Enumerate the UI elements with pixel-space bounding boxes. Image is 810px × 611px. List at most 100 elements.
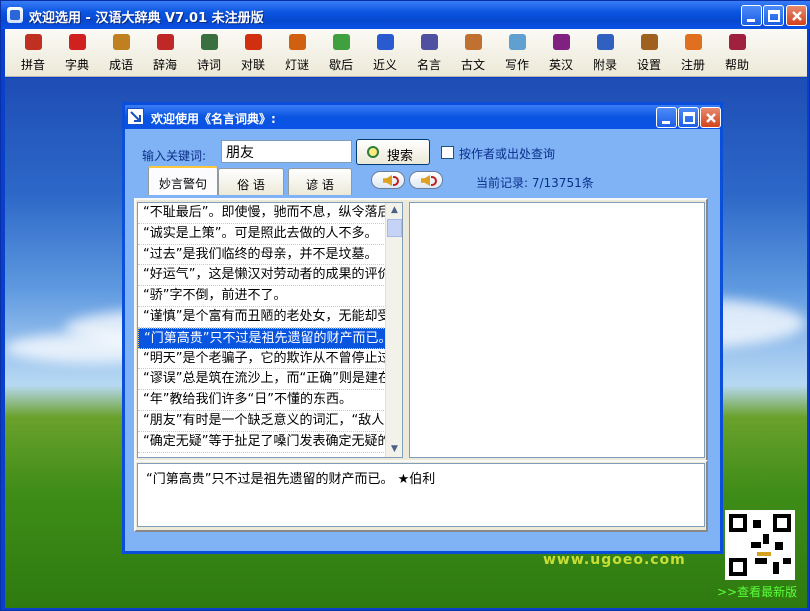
- toolbar-button-label: 写作: [504, 58, 529, 72]
- toolbar-button-3[interactable]: 辞海: [143, 29, 187, 75]
- toolbar-button-9[interactable]: 名言: [407, 29, 451, 75]
- lantern-icon: [289, 34, 306, 50]
- toolbar-button-label: 歇后: [328, 58, 353, 72]
- scroll-thumb[interactable]: [387, 219, 402, 237]
- toolbar-button-14[interactable]: 设置: [627, 29, 671, 75]
- toolbar-button-label: 名言: [416, 58, 441, 72]
- notepad-icon: [421, 34, 438, 50]
- quote-list[interactable]: “不耻最后”。即使慢，驰而不息，纵令落后，纵令失败，但一定可以达到他所向的目标。…: [137, 202, 403, 458]
- tab-quotes[interactable]: 妙言警句: [148, 166, 218, 195]
- toolbar-button-10[interactable]: 古文: [451, 29, 495, 75]
- toolbar-button-label: 对联: [240, 58, 265, 72]
- cards-icon: [333, 34, 350, 50]
- keyword-label: 输入关键词:: [142, 149, 207, 163]
- tab-sayings[interactable]: 俗 语: [218, 168, 284, 195]
- toolbar-button-label: 注册: [680, 58, 705, 72]
- author-search-checkbox[interactable]: [441, 146, 454, 159]
- toolbar-button-label: 古文: [460, 58, 485, 72]
- toolbar-button-4[interactable]: 诗词: [187, 29, 231, 75]
- close-button[interactable]: [786, 5, 807, 26]
- speaker-icon: [421, 175, 430, 186]
- record-counter: 当前记录: 7/13751条: [476, 176, 594, 190]
- toolbar-button-1[interactable]: 字典: [55, 29, 99, 75]
- dialog-maximize-button[interactable]: [678, 107, 699, 128]
- dialog-title: 欢迎使用《名言词典》:: [151, 112, 276, 126]
- toolbar-button-15[interactable]: 注册: [671, 29, 715, 75]
- qr-code-image: [725, 510, 795, 580]
- list-item[interactable]: “诚实是上策”。可是照此去做的人不多。: [138, 224, 386, 245]
- keyword-input[interactable]: [221, 140, 352, 163]
- list-item[interactable]: “谬误”总是筑在流沙上，而“正确”则是建在磐石上。: [138, 369, 386, 391]
- person-icon: [25, 34, 42, 50]
- list-item[interactable]: “骄”字不倒，前进不了。: [138, 286, 386, 307]
- quotes-dictionary-dialog: 欢迎使用《名言词典》: 输入关键词: 搜索 按作者或出处查询 妙言警句 俗 语 …: [122, 102, 723, 554]
- toolbar-button-12[interactable]: 英汉: [539, 29, 583, 75]
- toolbar-button-label: 拼音: [20, 58, 45, 72]
- watermark-text: www.ugoeo.com: [543, 552, 686, 568]
- toolbar-button-label: 设置: [636, 58, 661, 72]
- list-item[interactable]: “过去”是我们临终的母亲，并不是坟墓。: [138, 245, 386, 266]
- toolbar-button-5[interactable]: 对联: [231, 29, 275, 75]
- dialog-minimize-button[interactable]: [656, 107, 677, 128]
- selected-quote-text: “门第高贵”只不过是祖先遗留的财产而已。 ★伯利: [137, 463, 705, 527]
- window-title: 欢迎选用 - 汉语大辞典 V7.01 未注册版: [29, 11, 264, 26]
- toolbar-button-label: 英汉: [548, 58, 573, 72]
- toolbar-button-label: 附录: [592, 58, 617, 72]
- toolbar-button-label: 辞海: [152, 58, 177, 72]
- scroll-up-arrow[interactable]: ▲: [387, 203, 402, 218]
- open-book-icon: [377, 34, 394, 50]
- toolbar-button-16[interactable]: 帮助: [715, 29, 759, 75]
- app-icon: [7, 7, 23, 23]
- help-book-icon: [729, 34, 746, 50]
- list-item[interactable]: “门第高贵”只不过是祖先遗留的财产而已。: [138, 327, 386, 349]
- bookshelf-icon: [465, 34, 482, 50]
- scroll-down-arrow[interactable]: ▼: [387, 442, 402, 457]
- toolbar-button-label: 字典: [64, 58, 89, 72]
- toolbar-button-label: 近义: [372, 58, 397, 72]
- register-icon: [685, 34, 702, 50]
- toolbar-button-label: 诗词: [196, 58, 221, 72]
- dialog-close-button[interactable]: [700, 107, 721, 128]
- speaker-icon: [383, 175, 392, 186]
- title-bar[interactable]: 欢迎选用 - 汉语大辞典 V7.01 未注册版: [1, 1, 810, 29]
- gear-icon: [641, 34, 658, 50]
- toolbar-button-13[interactable]: 附录: [583, 29, 627, 75]
- speak-button[interactable]: [371, 171, 405, 189]
- search-icon: [367, 146, 379, 158]
- books-icon: [113, 34, 130, 50]
- list-item[interactable]: “谨慎”是个富有而丑陋的老处女，无能却受人追求。: [138, 307, 386, 328]
- search-button[interactable]: 搜索: [356, 139, 430, 165]
- toolbar: 拼音 字典 成语 辞海 诗词 对联 灯谜 歇后 近义 名言 古文 写作 英汉 附录 设置 注册 帮助: [5, 29, 807, 77]
- latest-version-link[interactable]: >>查看最新版: [717, 583, 797, 600]
- arrow-icon: [127, 108, 144, 125]
- toolbar-button-7[interactable]: 歇后: [319, 29, 363, 75]
- toolbar-button-8[interactable]: 近义: [363, 29, 407, 75]
- list-item[interactable]: “明天”是个老骗子，它的欺诈从不曾停止过。: [138, 349, 386, 370]
- dictionary-icon: [553, 34, 570, 50]
- search-button-label: 搜索: [387, 149, 414, 164]
- speak-all-button[interactable]: [409, 171, 443, 189]
- main-window: 欢迎选用 - 汉语大辞典 V7.01 未注册版 拼音 字典 成语 辞海 诗词 对联 灯谜 歇后…: [0, 0, 810, 611]
- author-search-label: 按作者或出处查询: [459, 147, 556, 161]
- list-item[interactable]: “好运气”，这是懒汉对劳动者的成果的评价。: [138, 265, 386, 287]
- toolbar-button-label: 成语: [108, 58, 133, 72]
- detail-pane: [409, 202, 705, 458]
- pen-icon: [509, 34, 526, 50]
- tab-proverbs[interactable]: 谚 语: [288, 168, 352, 195]
- toolbar-button-0[interactable]: 拼音: [11, 29, 55, 75]
- dialog-title-bar[interactable]: 欢迎使用《名言词典》:: [125, 105, 721, 129]
- list-scrollbar[interactable]: ▲ ▼: [385, 203, 402, 457]
- list-item[interactable]: “确定无疑”等于扯足了嗓门发表确定无疑的说法。: [138, 432, 386, 453]
- toolbar-button-11[interactable]: 写作: [495, 29, 539, 75]
- maximize-button[interactable]: [763, 5, 784, 26]
- toolbar-button-6[interactable]: 灯谜: [275, 29, 319, 75]
- toolbar-button-label: 灯谜: [284, 58, 309, 72]
- scroll-icon: [201, 34, 218, 50]
- toolbar-button-2[interactable]: 成语: [99, 29, 143, 75]
- list-item[interactable]: “不耻最后”。即使慢，驰而不息，纵令落后，纵令失败，但一定可以达到他所向的目标。: [138, 203, 386, 224]
- book-stack-icon: [157, 34, 174, 50]
- list-item[interactable]: “年”教给我们许多“日”不懂的东西。: [138, 390, 386, 411]
- list-item[interactable]: “朋友”有时是一个缺乏意义的词汇，“敌人”却从不是。: [138, 411, 386, 432]
- book-red-icon: [69, 34, 86, 50]
- minimize-button[interactable]: [741, 5, 762, 26]
